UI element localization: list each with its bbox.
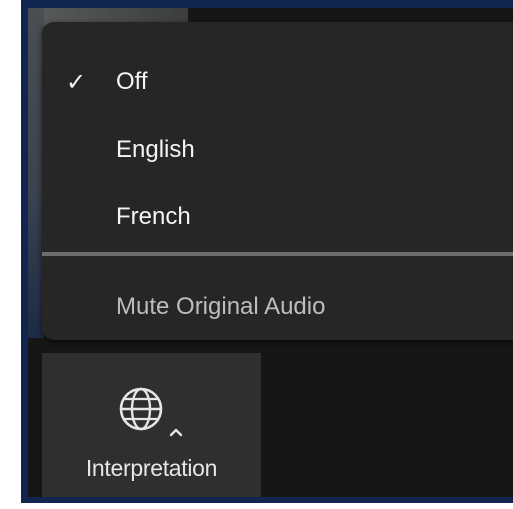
menu-item-label: French [116, 203, 191, 230]
interpretation-label: Interpretation [85, 455, 218, 481]
meeting-window: ✓ Off English French Mute Original Audio [28, 8, 513, 497]
menu-item-off[interactable]: ✓ Off [42, 57, 513, 107]
screenshot-frame: ✓ Off English French Mute Original Audio [21, 0, 513, 503]
interpretation-button[interactable]: Interpretation [42, 353, 261, 497]
menu-item-french[interactable]: French [42, 192, 513, 242]
menu-item-mute-original-audio[interactable]: Mute Original Audio [42, 282, 513, 332]
interpretation-menu: ✓ Off English French Mute Original Audio [42, 22, 513, 340]
menu-divider [42, 252, 513, 256]
checkmark-icon: ✓ [66, 68, 87, 96]
menu-item-label: Mute Original Audio [116, 293, 326, 320]
menu-item-label: English [116, 136, 195, 163]
caret-up-icon[interactable] [169, 427, 183, 437]
globe-icon [119, 387, 163, 431]
menu-item-english[interactable]: English [42, 125, 513, 175]
menu-item-label: Off [116, 68, 148, 95]
